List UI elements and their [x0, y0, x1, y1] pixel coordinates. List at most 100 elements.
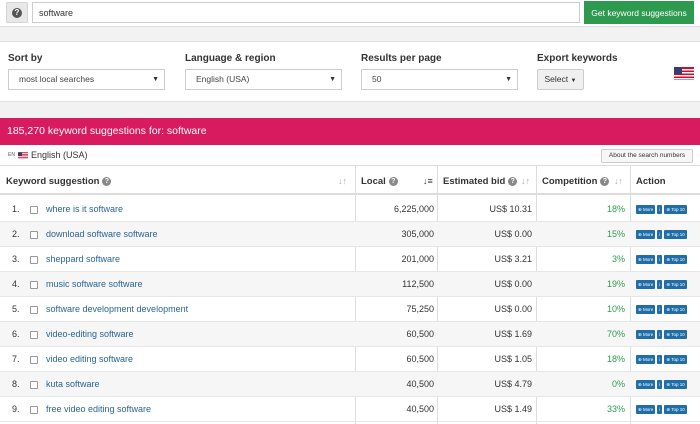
- more-button[interactable]: ⊕ More: [636, 330, 656, 339]
- more-label: More: [643, 407, 654, 412]
- top10-button[interactable]: ⊕ Top 10: [664, 205, 687, 214]
- more-button[interactable]: ⊕ More: [636, 355, 656, 364]
- keyword-column-header[interactable]: Keyword suggestion? ↓↑: [0, 166, 355, 195]
- sort-desc-icon[interactable]: ↓≡: [423, 166, 433, 197]
- top10-button[interactable]: ⊕ Top 10: [664, 230, 687, 239]
- more-button[interactable]: ⊕ More: [636, 380, 656, 389]
- keyword-link[interactable]: software development development: [46, 297, 188, 322]
- more-button[interactable]: ⊕ More: [636, 405, 656, 414]
- row-actions: ⊕ More i ⊕ Top 10: [636, 380, 687, 389]
- local-column-header[interactable]: Local? ↓≡: [355, 166, 437, 195]
- info-button[interactable]: i: [657, 205, 663, 214]
- about-search-numbers-button[interactable]: About the search numbers: [601, 149, 693, 163]
- sort-arrows-icon[interactable]: ↓↑: [614, 166, 623, 197]
- sort-by-value: most local searches: [19, 74, 95, 84]
- us-flag-icon[interactable]: [674, 67, 694, 80]
- sort-arrows-icon[interactable]: ↓↑: [521, 166, 530, 197]
- keyword-link[interactable]: where is it software: [46, 197, 123, 222]
- info-button[interactable]: i: [657, 405, 663, 414]
- top10-button[interactable]: ⊕ Top 10: [664, 380, 687, 389]
- top10-label: Top 10: [671, 207, 685, 212]
- table-row: 4. music software software 112,500 US$ 0.00…: [0, 272, 700, 297]
- keyword-link[interactable]: video editing software: [46, 347, 133, 372]
- bid-column-header[interactable]: Estimated bid? ↓↑: [437, 166, 536, 195]
- competition-value: 10%: [606, 304, 625, 314]
- top10-button[interactable]: ⊕ Top 10: [664, 280, 687, 289]
- keyword-link[interactable]: music software software: [46, 272, 143, 297]
- row-checkbox[interactable]: [30, 281, 38, 289]
- row-checkbox[interactable]: [30, 406, 38, 414]
- local-searches-value: 305,000: [401, 229, 434, 239]
- more-button[interactable]: ⊕ More: [636, 255, 656, 264]
- language-select[interactable]: English (USA) ▼: [185, 69, 342, 90]
- table-row: 9. free video editing software 40,500 US$ 1…: [0, 397, 700, 422]
- more-button[interactable]: ⊕ More: [636, 305, 656, 314]
- keyword-link[interactable]: video-editing software: [46, 322, 134, 347]
- row-checkbox[interactable]: [30, 331, 38, 339]
- keyword-link[interactable]: download software software: [46, 222, 158, 247]
- help-button[interactable]: ?: [6, 2, 28, 23]
- row-actions: ⊕ More i ⊕ Top 10: [636, 305, 687, 314]
- more-button[interactable]: ⊕ More: [636, 280, 656, 289]
- local-searches-value: 40,500: [406, 404, 434, 414]
- estimated-bid-value: US$ 1.05: [494, 354, 532, 364]
- language-label: Language & region: [185, 53, 276, 64]
- sort-by-select[interactable]: most local searches ▼: [8, 69, 165, 90]
- info-button[interactable]: i: [657, 330, 663, 339]
- info-button[interactable]: i: [657, 355, 663, 364]
- results-per-page-select[interactable]: 50 ▼: [361, 69, 518, 90]
- row-number: 6.: [12, 329, 20, 339]
- estimated-bid-value: US$ 0.00: [494, 279, 532, 289]
- keyword-link[interactable]: kuta software: [46, 372, 100, 397]
- keyword-link[interactable]: sheppard software: [46, 247, 120, 272]
- row-actions: ⊕ More i ⊕ Top 10: [636, 330, 687, 339]
- competition-column-header[interactable]: Competition? ↓↑: [536, 166, 630, 195]
- estimated-bid-value: US$ 0.00: [494, 229, 532, 239]
- keyword-link[interactable]: free video editing software: [46, 397, 151, 422]
- more-label: More: [643, 307, 654, 312]
- caret-down-icon: ▼: [329, 76, 336, 83]
- row-checkbox[interactable]: [30, 231, 38, 239]
- row-number: 9.: [12, 404, 20, 414]
- row-checkbox[interactable]: [30, 206, 38, 214]
- row-checkbox[interactable]: [30, 356, 38, 364]
- more-label: More: [643, 207, 654, 212]
- row-checkbox[interactable]: [30, 256, 38, 264]
- more-button[interactable]: ⊕ More: [636, 230, 656, 239]
- info-button[interactable]: i: [657, 280, 663, 289]
- row-checkbox[interactable]: [30, 306, 38, 314]
- row-actions: ⊕ More i ⊕ Top 10: [636, 255, 687, 264]
- table-row: 7. video editing software 60,500 US$ 1.05 18…: [0, 347, 700, 372]
- top10-button[interactable]: ⊕ Top 10: [664, 355, 687, 364]
- top10-label: Top 10: [671, 232, 685, 237]
- question-circle-icon: ?: [102, 177, 112, 186]
- more-label: More: [643, 282, 654, 287]
- row-actions: ⊕ More i ⊕ Top 10: [636, 230, 687, 239]
- more-label: More: [643, 257, 654, 262]
- competition-header-label: Competition: [542, 176, 598, 187]
- top10-button[interactable]: ⊕ Top 10: [664, 255, 687, 264]
- sort-arrows-icon[interactable]: ↓↑: [338, 166, 347, 197]
- top10-label: Top 10: [671, 357, 685, 362]
- caret-down-icon: ▼: [152, 76, 159, 83]
- info-button[interactable]: i: [657, 230, 663, 239]
- competition-value: 0%: [611, 379, 625, 389]
- competition-value: 15%: [606, 229, 625, 239]
- info-button[interactable]: i: [657, 305, 663, 314]
- info-button[interactable]: i: [657, 380, 663, 389]
- export-select[interactable]: Select ▼: [537, 69, 584, 90]
- language-tag-label: English (USA): [30, 150, 88, 160]
- local-header-label: Local: [361, 176, 386, 187]
- competition-value: 19%: [606, 279, 625, 289]
- table-row: 5. software development development 75,250…: [0, 297, 700, 322]
- info-button[interactable]: i: [657, 255, 663, 264]
- top10-button[interactable]: ⊕ Top 10: [664, 305, 687, 314]
- action-header-label: Action: [636, 176, 666, 187]
- get-suggestions-button[interactable]: Get keyword suggestions: [584, 1, 694, 24]
- row-checkbox[interactable]: [30, 381, 38, 389]
- more-button[interactable]: ⊕ More: [636, 205, 656, 214]
- top10-button[interactable]: ⊕ Top 10: [664, 330, 687, 339]
- top10-button[interactable]: ⊕ Top 10: [664, 405, 687, 414]
- table-row: 2. download software software 305,000 US$ 0…: [0, 222, 700, 247]
- keyword-search-input[interactable]: [32, 2, 580, 23]
